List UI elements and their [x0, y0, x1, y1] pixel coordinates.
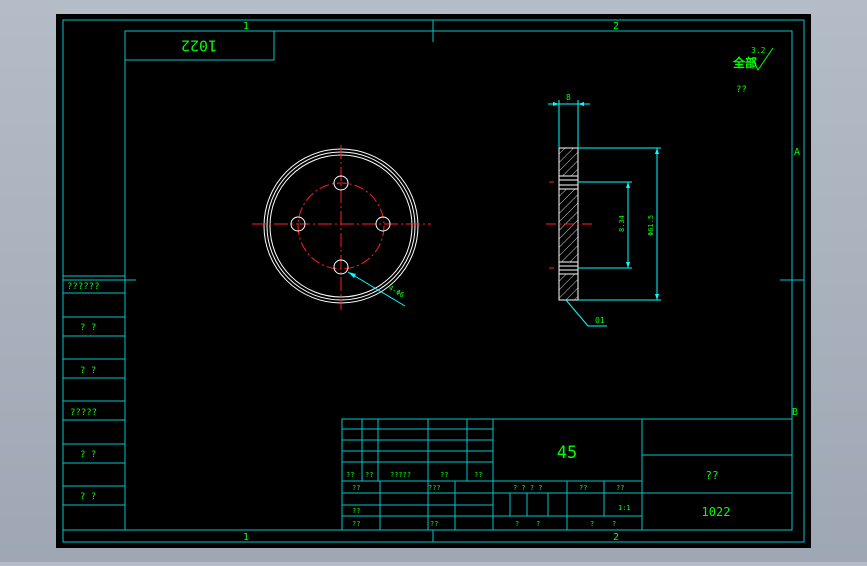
section-upper-hatch	[558, 147, 579, 177]
sign-row-1-b: ???	[428, 484, 441, 492]
material-value: 45	[557, 443, 577, 463]
scale-value: 1:1	[618, 504, 631, 512]
drawing-sheet-background	[56, 14, 811, 548]
drawing-canvas[interactable]: 1 2 1 2 A B 1022 全部 3.2 ?? 4-Φ6 8 8.34 Φ…	[0, 0, 867, 562]
outer-diameter-dimension: Φ61.5	[647, 215, 655, 236]
sign-row-3-b: ??	[430, 520, 438, 528]
sheet-col-4: ?	[612, 520, 616, 528]
sign-row-1-a: ??	[352, 484, 360, 492]
left-strip-label-5: ? ?	[80, 450, 96, 460]
section-lower-hatch	[558, 273, 579, 301]
sign-row-3-a: ??	[352, 520, 360, 528]
zone-label-col-2-bottom: 2	[613, 532, 619, 543]
part-leader-label: 01	[595, 316, 605, 325]
thickness-dimension: 8	[566, 93, 571, 102]
hole-pitch-dimension: 8.34	[618, 215, 626, 232]
revision-col-5: ??	[474, 471, 482, 479]
sheet-col-1: ?	[515, 520, 519, 528]
revision-col-1: ??	[346, 471, 354, 479]
weight-header: ??	[579, 484, 587, 492]
zone-label-row-b: B	[792, 407, 798, 418]
part-name-value: ??	[705, 469, 718, 482]
stage-header: ? ? ? ?	[513, 484, 543, 492]
sign-row-2-a: ??	[352, 507, 360, 515]
roughness-label: 全部	[732, 55, 757, 70]
left-strip-label-4: ?????	[70, 408, 97, 418]
sheet-col-2: ?	[536, 520, 540, 528]
zone-label-col-1-top: 1	[243, 21, 249, 32]
revision-col-2: ??	[365, 471, 373, 479]
roughness-value: 3.2	[751, 46, 766, 55]
scale-header: ??	[616, 484, 624, 492]
drawing-number-value: 1022	[702, 505, 731, 519]
zone-label-row-a: A	[794, 147, 800, 158]
revision-col-3: ?????	[390, 471, 411, 479]
revision-col-4: ??	[440, 471, 448, 479]
cad-viewport[interactable]: 1 2 1 2 A B 1022 全部 3.2 ?? 4-Φ6 8 8.34 Φ…	[0, 0, 867, 562]
left-strip-label-2: ? ?	[80, 323, 96, 333]
section-middle-hatch	[558, 188, 579, 263]
zone-label-col-1-bottom: 1	[243, 532, 249, 543]
sheet-col-3: ?	[590, 520, 594, 528]
zone-label-col-2-top: 2	[613, 21, 619, 32]
rotated-drawing-number: 1022	[181, 37, 217, 55]
left-strip-label-1: ??????	[67, 282, 100, 292]
left-strip-label-3: ? ?	[80, 366, 96, 376]
left-strip-label-6: ? ?	[80, 492, 96, 502]
roughness-note: ??	[736, 85, 747, 95]
